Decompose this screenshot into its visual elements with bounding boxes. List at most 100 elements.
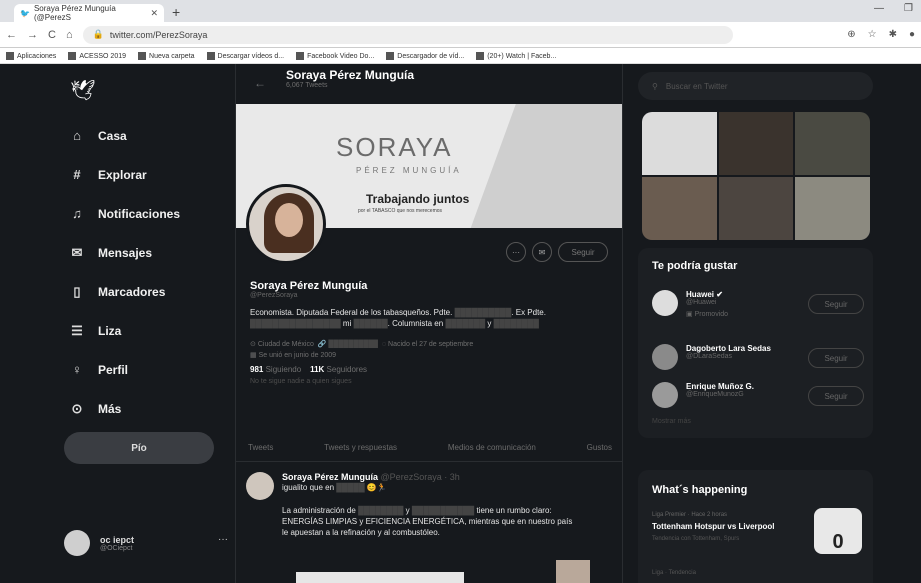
nav-item-home[interactable]: ⌂ Casa: [70, 116, 180, 155]
trend-title[interactable]: Tottenham Hotspur vs Liverpool: [652, 522, 775, 531]
trend-image[interactable]: 0: [814, 508, 862, 554]
avatar[interactable]: [246, 472, 274, 500]
forward-arrow-icon[interactable]: →: [27, 29, 38, 41]
tab-likes[interactable]: Gustos: [587, 443, 612, 452]
nav-item-lists[interactable]: ☰ Liza: [70, 311, 180, 350]
tweet[interactable]: Soraya Pérez Munguía @PerezSoraya · 3h i…: [236, 464, 622, 538]
omnibox[interactable]: 🔒 twitter.com/PerezSoraya: [82, 25, 733, 44]
nav-item-notifications[interactable]: ♫ Notificaciones: [70, 194, 180, 233]
tab-tweets-replies[interactable]: Tweets y respuestas: [324, 443, 397, 452]
profile-avatar[interactable]: [246, 184, 326, 264]
avatar: [64, 530, 90, 556]
browser-tab[interactable]: 🐦 Soraya Pérez Munguía (@PerezS ✕: [14, 4, 164, 22]
search-input[interactable]: ⚲ Buscar en Twitter: [638, 72, 873, 100]
tab-title: Soraya Pérez Munguía (@PerezS: [33, 4, 116, 22]
tab-media[interactable]: Medios de comunicación: [448, 443, 536, 452]
nav-label: Casa: [98, 128, 127, 143]
nav-item-more[interactable]: ⊙ Más: [70, 389, 180, 428]
minimize-icon[interactable]: —: [874, 3, 884, 14]
promoted-icon: ▣: [686, 311, 693, 318]
twitter-logo-icon[interactable]: 🕊: [70, 78, 95, 103]
follow-button[interactable]: Seguir: [558, 242, 608, 262]
media-thumbnail[interactable]: [642, 112, 717, 175]
not-followed-note: No te sigue nadie a quien sigues: [250, 378, 352, 385]
close-tab-icon[interactable]: ✕: [150, 8, 158, 19]
star-icon[interactable]: ☆: [868, 29, 877, 40]
media-thumbnail[interactable]: [718, 112, 794, 175]
follow-button[interactable]: Seguir: [808, 348, 864, 368]
profile-name: Soraya Pérez Munguía: [250, 280, 368, 292]
tweet-media[interactable]: [296, 572, 464, 583]
followers-link[interactable]: 11K Seguidores: [310, 365, 367, 374]
suggestion[interactable]: Enrique Muñoz G. @EnriqueMunozG: [652, 382, 754, 408]
message-icon[interactable]: ✉: [532, 242, 552, 262]
balloon-icon: ◌: [381, 341, 387, 348]
profile-meta: ⊙ Ciudad de México 🔗 ██████████ ◌ Nacido…: [250, 341, 474, 359]
home-browser-icon[interactable]: ⌂: [66, 29, 73, 41]
nav-label: Liza: [98, 323, 122, 338]
profile-info: Soraya Pérez Munguía @PerezSoraya Econom…: [250, 280, 620, 385]
tweet-media[interactable]: [556, 560, 590, 583]
account-handle: @OCiepct: [100, 544, 133, 552]
more-dots-icon[interactable]: ···: [218, 534, 228, 545]
bookmark-item[interactable]: (20+) Watch | Faceb...: [476, 51, 556, 60]
zoom-icon[interactable]: ⊕: [847, 29, 855, 40]
reload-icon[interactable]: C: [48, 29, 56, 41]
tab-tweets[interactable]: Tweets: [248, 443, 273, 452]
show-more-link[interactable]: Mostrar más: [652, 418, 691, 425]
bookmark-item[interactable]: Nueva carpeta: [138, 51, 195, 60]
profile-location: Ciudad de México: [257, 341, 314, 348]
profile-joined: Se unió en junio de 2009: [258, 352, 337, 359]
more-options-icon[interactable]: ···: [506, 242, 526, 262]
list-icon: ☰: [71, 322, 83, 338]
nav-label: Explorar: [98, 167, 147, 182]
tweet-text-2: La administración de ████████ y ████████…: [282, 506, 552, 515]
media-thumbnail[interactable]: [795, 177, 870, 240]
new-tab-button[interactable]: +: [172, 4, 180, 20]
account-name: oc iepct: [100, 534, 135, 545]
tweet-text-3: ENERGÍAS LIMPIAS y EFICIENCIA ENERGÉTICA…: [282, 517, 573, 526]
twitter-app: 🕊 ⌂ Casa # Explorar ♫ Notificaciones ✉ Mensa…: [0, 64, 921, 583]
tweet-button[interactable]: Pío: [64, 432, 214, 464]
bookmark-item[interactable]: Facebook Video Do...: [296, 51, 374, 60]
tweet-text-4: le apuestan a la refinación y al combust…: [282, 528, 440, 537]
lock-icon: 🔒: [92, 29, 104, 39]
trend-score: 0: [832, 531, 844, 553]
nav-label: Mensajes: [98, 245, 153, 260]
banner-subtitle: PÉREZ MUNGUÍA: [356, 166, 462, 175]
media-thumbnail[interactable]: [795, 112, 870, 175]
bookmark-item[interactable]: Descargador de víd...: [386, 51, 464, 60]
follow-button[interactable]: Seguir: [808, 294, 864, 314]
account-switcher[interactable]: oc iepct @OCiepct ···: [64, 530, 228, 556]
suggestion-handle: @Huawei: [686, 299, 717, 306]
window-controls: — ❐: [874, 3, 913, 14]
suggestion[interactable]: Dagoberto Lara Sedas @DLaraSedas: [652, 344, 771, 370]
trend-category: Liga Premier · Hace 2 horas: [652, 512, 728, 518]
suggestion[interactable]: Huawei ✔ @Huawei ▣ Promovido: [652, 290, 728, 318]
back-arrow-icon[interactable]: ←: [6, 29, 17, 41]
banner-stripe: [468, 104, 622, 228]
profile-actions: ··· ✉ Seguir: [506, 242, 608, 262]
following-link[interactable]: 981 Siguiendo: [250, 365, 301, 374]
profile-icon[interactable]: ●: [909, 29, 915, 40]
nav-item-profile[interactable]: ♀ Perfil: [70, 350, 180, 389]
follow-button[interactable]: Seguir: [808, 386, 864, 406]
home-icon: ⌂: [73, 128, 81, 143]
nav-item-bookmarks[interactable]: ▯ Marcadores: [70, 272, 180, 311]
nav-item-messages[interactable]: ✉ Mensajes: [70, 233, 180, 272]
page-title: Soraya Pérez Munguía: [286, 68, 415, 82]
profile-handle: @PerezSoraya: [250, 292, 298, 299]
search-icon: ⚲: [652, 81, 658, 91]
banner-small-text: por el TABASCO que nos merecemos: [358, 208, 443, 214]
nav-item-explore[interactable]: # Explorar: [70, 155, 180, 194]
bookmark-item[interactable]: ACESSO 2019: [68, 51, 126, 60]
bookmark-item[interactable]: Descargar vídeos d...: [206, 51, 284, 60]
maximize-icon[interactable]: ❐: [904, 3, 913, 14]
media-thumbnail[interactable]: [718, 177, 794, 240]
banner-title: SORAYA: [336, 132, 453, 162]
extension-icon[interactable]: ✱: [889, 29, 897, 40]
calendar-icon: ▦: [250, 352, 257, 359]
bookmark-item[interactable]: Aplicaciones: [6, 51, 56, 60]
media-thumbnail[interactable]: [642, 177, 717, 240]
back-arrow-icon[interactable]: ←: [254, 76, 266, 90]
